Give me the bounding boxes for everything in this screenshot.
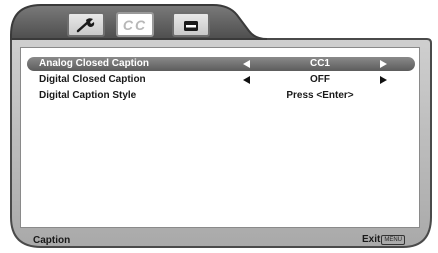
- arrow-right-icon[interactable]: [380, 76, 387, 84]
- menu-panel: Analog Closed Caption CC1 Digital Closed…: [20, 47, 420, 228]
- arrow-left-icon[interactable]: [243, 76, 250, 84]
- menu-row-label: Digital Caption Style: [39, 90, 137, 101]
- tab-closed-caption[interactable]: CC: [116, 12, 154, 37]
- menu-row-label: Analog Closed Caption: [39, 58, 149, 69]
- wrench-icon: [76, 17, 95, 32]
- arrow-left-icon[interactable]: [243, 60, 250, 68]
- osd-menu: CC Analog Closed Caption CC1 Digital Clo…: [5, 3, 433, 249]
- menu-row-value: CC1: [309, 58, 330, 69]
- menu-key-icon: MENU: [381, 234, 405, 245]
- tab-settings[interactable]: [67, 12, 105, 37]
- arrow-right-icon[interactable]: [380, 60, 387, 68]
- menu-row-label: Digital Closed Caption: [39, 74, 146, 85]
- menu-row-digital-caption-style[interactable]: Digital Caption Style Press <Enter>: [27, 89, 415, 103]
- exit-label: Exit: [361, 234, 381, 245]
- menu-row-digital-closed-caption[interactable]: Digital Closed Caption OFF: [27, 73, 415, 87]
- tab-cc-label: CC: [122, 16, 148, 33]
- footer-exit[interactable]: Exit MENU: [362, 234, 405, 245]
- menu-row-analog-closed-caption[interactable]: Analog Closed Caption CC1: [27, 57, 415, 71]
- lock-icon: [184, 20, 198, 31]
- menu-row-value: Press <Enter>: [286, 90, 354, 101]
- tab-lock[interactable]: [172, 12, 210, 37]
- footer-title: Caption: [33, 235, 71, 246]
- menu-row-value: OFF: [310, 74, 330, 85]
